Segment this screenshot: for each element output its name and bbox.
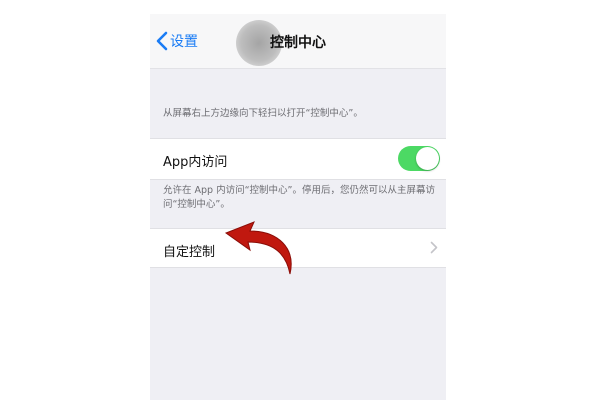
settings-screen: 设置 控制中心 从屏幕右上方边缘向下轻扫以打开“控制中心”。 App内访问 允许… xyxy=(150,14,446,400)
page-title: 控制中心 xyxy=(270,35,326,51)
access-within-apps-toggle[interactable] xyxy=(398,146,440,171)
screenshot-stage: 设置 控制中心 从屏幕右上方边缘向下轻扫以打开“控制中心”。 App内访问 允许… xyxy=(0,0,600,400)
toggle-knob xyxy=(416,147,439,170)
swipe-hint-text: 从屏幕右上方边缘向下轻扫以打开“控制中心”。 xyxy=(163,108,363,119)
red-curved-arrow-icon xyxy=(224,221,292,275)
customize-controls-label: 自定控制 xyxy=(163,245,216,260)
chevron-right-icon xyxy=(430,241,438,254)
access-within-apps-row: App内访问 xyxy=(150,138,446,180)
navigation-bar: 设置 控制中心 xyxy=(150,14,446,69)
access-hint-text: 允许在 App 内访问“控制中心”。停用后，您仍然可以从主屏幕访问“控制中心”。 xyxy=(163,185,435,210)
access-within-apps-label: App内访问 xyxy=(163,155,228,170)
